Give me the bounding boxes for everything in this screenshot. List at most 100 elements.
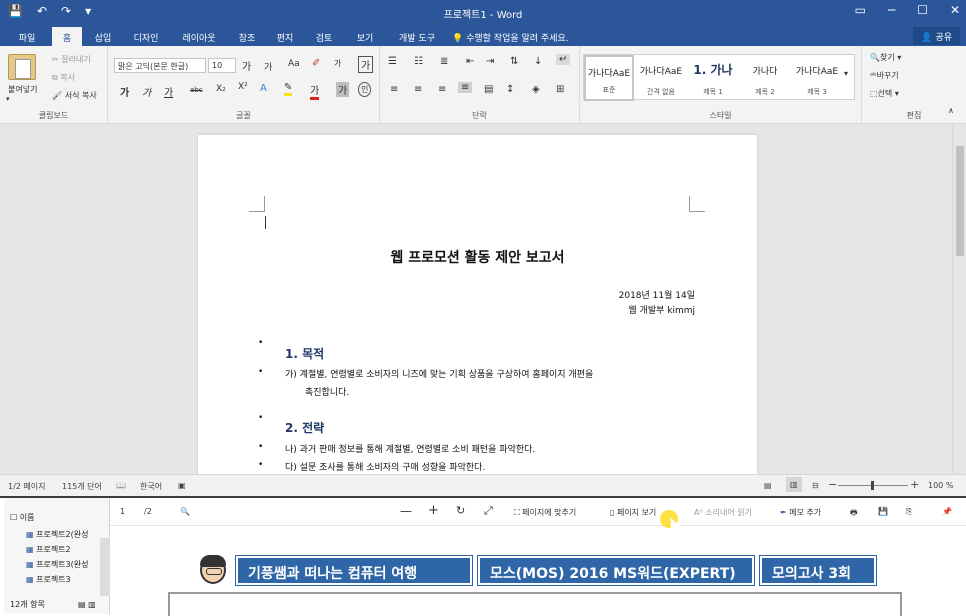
save-as-icon[interactable]: ⎘ <box>906 507 912 517</box>
language[interactable]: 한국어 <box>140 481 162 492</box>
tab-references[interactable]: 참조 <box>230 29 264 46</box>
tab-developer[interactable]: 개발 도구 <box>390 29 444 46</box>
style-heading-3[interactable]: 가나다AaE 제목 3 <box>792 55 842 101</box>
maximize-button[interactable]: ☐ <box>917 3 928 17</box>
pin-icon[interactable]: 📌 <box>942 507 952 516</box>
page-number-input[interactable]: 1 <box>120 507 125 516</box>
style-heading-1[interactable]: 1. 가나 제목 1 <box>688 55 738 101</box>
zoom-level[interactable]: 100 % <box>928 481 953 490</box>
word-count[interactable]: 115개 단어 <box>62 481 102 492</box>
char-shading-icon[interactable]: 가 <box>336 82 350 97</box>
print-icon[interactable]: 🖶 <box>850 507 858 521</box>
name-column-header[interactable]: ☐ 이름 <box>10 512 34 523</box>
tab-view[interactable]: 보기 <box>348 29 382 46</box>
asian-layout-icon[interactable]: ⇅ <box>510 56 518 67</box>
tell-me-box[interactable]: 💡 수행할 작업을 알려 주세요. <box>452 31 569 44</box>
print-layout-icon[interactable]: ▥ <box>786 477 802 492</box>
borders-icon[interactable]: ⊞ <box>556 84 564 95</box>
distributed-icon[interactable]: ▤ <box>484 84 493 95</box>
share-button[interactable]: 👤 공유 <box>913 27 960 45</box>
clear-format-icon[interactable]: ✐ <box>312 58 320 69</box>
text-effects-icon[interactable]: A <box>260 83 267 94</box>
bullets-icon[interactable]: ☰ <box>388 56 397 67</box>
style-no-spacing[interactable]: 가나다AaE 간격 없음 <box>636 55 686 101</box>
line-spacing-icon[interactable]: ↕ <box>506 84 514 95</box>
macro-icon[interactable]: ▣ <box>178 481 186 490</box>
align-right-icon[interactable]: ≡ <box>438 84 446 95</box>
paste-dropdown-icon[interactable]: ▾ <box>6 95 10 103</box>
scrollbar-thumb[interactable] <box>956 146 964 256</box>
tab-layout[interactable]: 레이아웃 <box>174 29 224 46</box>
font-name-combo[interactable]: 맑은 고딕(본문 한글) <box>114 58 206 73</box>
tab-mailings[interactable]: 편지 <box>268 29 302 46</box>
superscript-button[interactable]: X² <box>238 82 248 92</box>
numbering-icon[interactable]: ☷ <box>414 56 423 67</box>
read-mode-icon[interactable]: ▤ <box>764 481 772 490</box>
zoom-slider-knob[interactable] <box>871 481 874 490</box>
tab-insert[interactable]: 삽입 <box>86 29 120 46</box>
show-marks-icon[interactable]: ↵ <box>556 54 571 65</box>
zoom-in-icon[interactable]: + <box>428 503 439 518</box>
bold-button[interactable]: 가 <box>120 84 129 99</box>
subscript-button[interactable]: X₂ <box>216 84 226 94</box>
collapse-ribbon-icon[interactable]: ∧ <box>948 106 954 115</box>
tab-file[interactable]: 파일 <box>10 29 44 46</box>
font-color-icon[interactable]: 가 <box>310 82 320 100</box>
checkbox-icon[interactable]: ☐ <box>10 513 17 522</box>
vertical-scrollbar[interactable] <box>952 124 966 474</box>
paste-button[interactable]: 붙여넣기 <box>8 84 37 95</box>
page-view-button[interactable]: ▯ 페이지 보기 <box>610 507 656 518</box>
find-button[interactable]: 🔍찾기 ▾ <box>870 52 901 63</box>
increase-indent-icon[interactable]: ⇥ <box>486 56 494 67</box>
search-icon[interactable]: 🔍 <box>180 507 190 516</box>
tab-review[interactable]: 검토 <box>306 29 342 46</box>
document-page[interactable]: 웹 프로모션 활동 제안 보고서 2018년 11월 14일 웹 개발부 kim… <box>198 135 757 474</box>
shrink-font-button[interactable]: 가 <box>264 60 272 73</box>
save-icon[interactable]: 💾 <box>878 507 888 516</box>
highlight-icon[interactable]: ✎ <box>284 82 293 96</box>
change-case-button[interactable]: Aa <box>288 59 300 69</box>
align-left-icon[interactable]: ≡ <box>390 84 398 95</box>
style-heading-2[interactable]: 가나다 제목 2 <box>740 55 790 101</box>
file-item[interactable]: ▦ 프로젝트3(완성 <box>26 559 88 570</box>
sidebar-scrollbar[interactable] <box>100 538 110 596</box>
cut-button[interactable]: ✂ 잘라내기 <box>52 54 91 65</box>
zoom-out-button[interactable]: − <box>828 478 837 491</box>
copy-button[interactable]: ⧉ 복사 <box>52 72 75 83</box>
strikethrough-button[interactable]: abc <box>190 86 203 94</box>
char-border-icon[interactable]: 가 <box>358 56 374 73</box>
tab-home[interactable]: 홈 <box>52 27 82 46</box>
minimize-button[interactable]: ─ <box>888 3 895 17</box>
paste-icon[interactable] <box>8 54 36 80</box>
close-button[interactable]: ✕ <box>950 3 960 17</box>
underline-button[interactable]: 가 <box>164 84 173 99</box>
sort-icon[interactable]: ↓ <box>534 56 542 67</box>
fit-page-button[interactable]: ⛶ 페이지에 맞추기 <box>514 507 576 518</box>
zoom-out-icon[interactable]: — <box>400 504 412 518</box>
italic-button[interactable]: 가 <box>142 84 151 99</box>
select-button[interactable]: ⬚선택 ▾ <box>870 88 899 99</box>
grow-font-button[interactable]: 가 <box>242 58 251 73</box>
align-center-icon[interactable]: ≡ <box>414 84 422 95</box>
web-layout-icon[interactable]: ⊟ <box>812 481 819 490</box>
expand-icon[interactable]: ⤢ <box>484 504 493 518</box>
add-note-button[interactable]: ✒ 메모 추가 <box>780 507 821 518</box>
phonetic-guide-icon[interactable]: 가 <box>334 58 341 69</box>
tab-design[interactable]: 디자인 <box>126 29 166 46</box>
enclose-char-icon[interactable]: 인 <box>358 82 372 97</box>
details-view-icon[interactable]: ▤ ▥ <box>78 600 96 609</box>
ribbon-display-icon[interactable]: ▭ <box>855 3 866 17</box>
file-item[interactable]: ▦ 프로젝트2(완성 <box>26 529 88 540</box>
styles-more-icon[interactable]: ▾ <box>844 69 848 78</box>
zoom-in-button[interactable]: + <box>910 478 919 491</box>
shading-icon[interactable]: ◈ <box>532 84 540 95</box>
page-count[interactable]: 1/2 페이지 <box>8 481 46 492</box>
proofing-icon[interactable]: 📖 <box>116 481 126 490</box>
decrease-indent-icon[interactable]: ⇤ <box>466 56 474 67</box>
file-item[interactable]: ▦ 프로젝트3 <box>26 574 71 585</box>
format-painter-button[interactable]: 🖌 서식 복사 <box>52 90 97 101</box>
font-size-combo[interactable]: 10 <box>208 58 236 73</box>
file-item[interactable]: ▦ 프로젝트2 <box>26 544 71 555</box>
justify-icon[interactable]: ≡ <box>458 82 473 93</box>
multilevel-list-icon[interactable]: ≣ <box>440 56 448 67</box>
